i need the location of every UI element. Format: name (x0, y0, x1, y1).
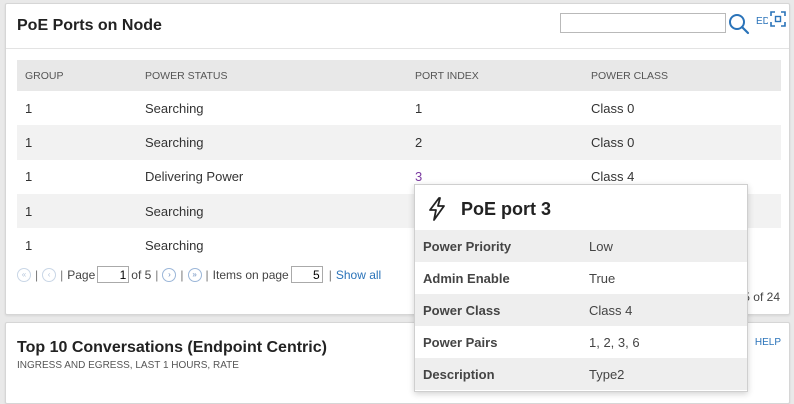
tooltip-key: Power Pairs (423, 334, 498, 350)
tooltip-row: Admin Enable True (415, 262, 747, 294)
tooltip-value: Type2 (589, 366, 625, 382)
expand-icon[interactable] (768, 9, 788, 29)
search-input[interactable] (560, 13, 726, 33)
column-header-power-class[interactable]: POWER CLASS (583, 60, 781, 91)
items-on-page-label: Items on page (212, 267, 289, 282)
table-row: 1 Searching 1 Class 0 (17, 91, 781, 125)
tooltip-row: Description Type2 (415, 358, 747, 390)
panel-subtitle: INGRESS AND EGRESS, LAST 1 HOURS, RATE (17, 360, 239, 371)
last-page-icon[interactable]: » (187, 267, 202, 282)
show-all-link[interactable]: Show all (336, 268, 381, 282)
next-page-icon[interactable]: › (162, 267, 177, 282)
cell-power-status: Searching (137, 193, 407, 229)
pager-separator: | (180, 267, 184, 282)
pager-separator: | (205, 267, 209, 282)
tooltip-value: Class 4 (589, 302, 633, 318)
tooltip-header: PoE port 3 (415, 185, 747, 230)
cell-group: 1 (17, 125, 137, 160)
cell-group: 1 (25, 100, 33, 116)
pager-separator: | (35, 267, 39, 282)
panel-title: Top 10 Conversations (Endpoint Centric) (17, 339, 327, 356)
previous-page-icon[interactable]: ‹ (42, 267, 57, 282)
tooltip-row: Power Priority Low (415, 230, 747, 262)
tooltip-row: Power Class Class 4 (415, 294, 747, 326)
cell-power-status: Searching (145, 237, 204, 253)
column-header-port-index[interactable]: PORT INDEX (407, 60, 583, 91)
tooltip-details: Power Priority Low Admin Enable True Pow… (415, 230, 747, 390)
pager-separator: | (60, 267, 64, 282)
tooltip-key: Description (423, 366, 495, 382)
pager-separator: | (155, 267, 159, 282)
page-count-label: of 5 (131, 267, 152, 282)
table-row: 1 Searching 2 Class 0 (17, 125, 781, 160)
help-link[interactable]: HELP (755, 337, 781, 348)
items-per-page-input[interactable] (290, 266, 323, 283)
tooltip-key: Power Class (423, 302, 501, 318)
tooltip-title: PoE port 3 (461, 199, 552, 219)
cell-power-status: Searching (137, 125, 407, 160)
page-number-input[interactable] (97, 266, 130, 283)
cell-group: 1 (25, 169, 33, 185)
search-icon[interactable] (728, 13, 750, 35)
cell-group: 1 (17, 193, 137, 229)
cell-port-index-link[interactable]: 2 (407, 125, 583, 160)
cell-port-index-link[interactable]: 1 (407, 91, 583, 125)
tooltip-key: Power Priority (423, 238, 512, 254)
lightning-bolt-icon (429, 197, 445, 221)
panel-title: PoE Ports on Node (17, 17, 162, 34)
tooltip-value: True (589, 270, 616, 286)
cell-group: 1 (25, 237, 33, 253)
item-count: 5 of 24 (743, 290, 780, 304)
column-header-group[interactable]: GROUP (17, 60, 137, 91)
cell-power-class: Class 0 (583, 125, 781, 160)
tooltip-key: Admin Enable (423, 270, 510, 286)
cell-power-class: Class 0 (591, 100, 635, 116)
pagination-bar: « | ‹ | Page of 5 | › | » | Items on pag… (17, 266, 381, 283)
poe-port-tooltip: PoE port 3 Power Priority Low Admin Enab… (414, 184, 748, 392)
cell-power-status: Searching (145, 100, 204, 116)
column-header-power-status[interactable]: POWER STATUS (137, 60, 407, 91)
pager-separator: | (328, 267, 332, 282)
tooltip-value: Low (589, 238, 613, 254)
header-divider (6, 48, 789, 49)
page-label: Page (67, 267, 96, 282)
cell-power-status: Delivering Power (145, 169, 244, 185)
table-header-row: GROUP POWER STATUS PORT INDEX POWER CLAS… (17, 60, 781, 91)
tooltip-row: Power Pairs 1, 2, 3, 6 (415, 326, 747, 358)
first-page-icon[interactable]: « (17, 267, 31, 282)
tooltip-value: 1, 2, 3, 6 (589, 334, 640, 350)
